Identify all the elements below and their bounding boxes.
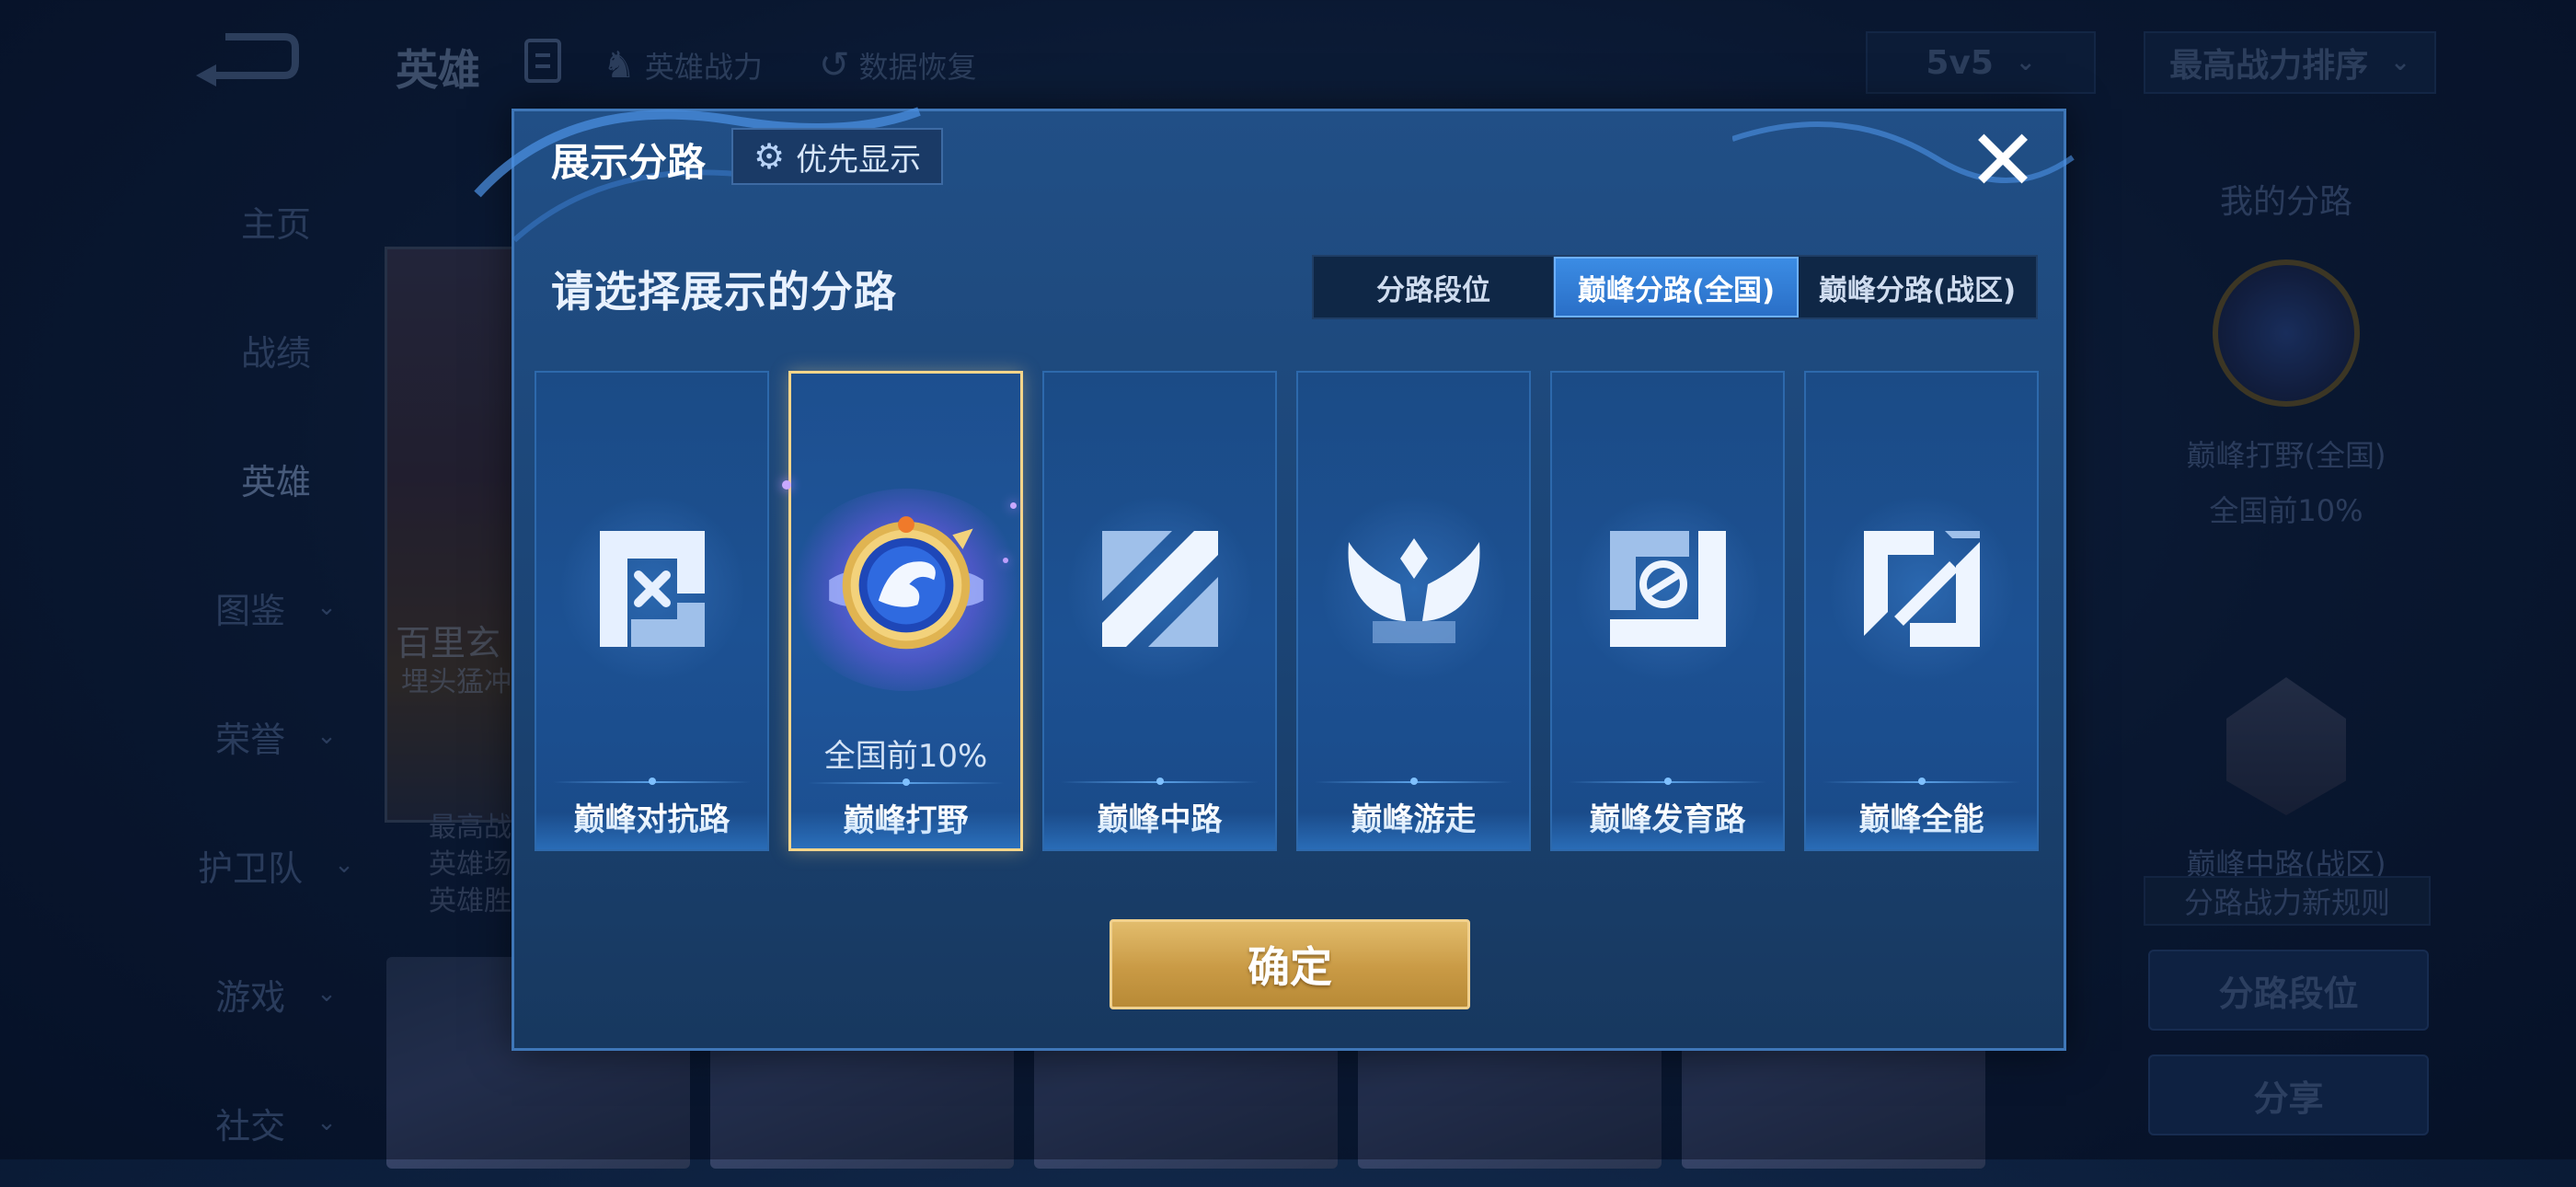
dialog-title: 展示分路 (551, 140, 707, 185)
confirm-button[interactable]: 确定 (1110, 919, 1470, 1009)
lane-card-farm[interactable]: 巅峰发育路 (1550, 371, 1785, 851)
gear-icon: ⚙ (753, 136, 786, 177)
all-round-icon (1863, 531, 1980, 647)
lane-card-jungle[interactable]: 全国前10% 巅峰打野 (782, 371, 1026, 851)
mid-lane-icon (1101, 531, 1218, 647)
jungle-dragon-badge-icon (828, 516, 983, 650)
priority-display-button[interactable]: ⚙ 优先显示 (731, 128, 944, 185)
lane-tabs: 分路段位 巅峰分路(全国) 巅峰分路(战区) (1312, 255, 2038, 319)
close-icon[interactable]: ✕ (1966, 119, 2040, 203)
lane-card-roam[interactable]: 巅峰游走 (1296, 371, 1531, 851)
sword-lane-icon (599, 531, 705, 647)
tab-lane-rank[interactable]: 分路段位 (1314, 257, 1554, 317)
section-heading: 请选择展示的分路 (551, 267, 897, 317)
lane-display-dialog: 展示分路 ⚙ 优先显示 ✕ 请选择展示的分路 分路段位 巅峰分路(全国) 巅峰分… (474, 107, 2075, 1051)
lane-card-list: 巅峰对抗路 全国前10% 巅峰打野 (535, 371, 2039, 851)
tab-peak-region[interactable]: 巅峰分路(战区) (1799, 257, 2036, 317)
lane-card-top[interactable]: 巅峰对抗路 (535, 371, 769, 851)
lane-card-mid[interactable]: 巅峰中路 (1042, 371, 1277, 851)
lane-card-allround[interactable]: 巅峰全能 (1804, 371, 2039, 851)
tab-peak-national[interactable]: 巅峰分路(全国) (1554, 257, 1799, 317)
card-rank-text: 全国前10% (823, 738, 988, 775)
farm-lane-icon (1609, 531, 1726, 647)
roam-wings-icon (1348, 538, 1479, 643)
